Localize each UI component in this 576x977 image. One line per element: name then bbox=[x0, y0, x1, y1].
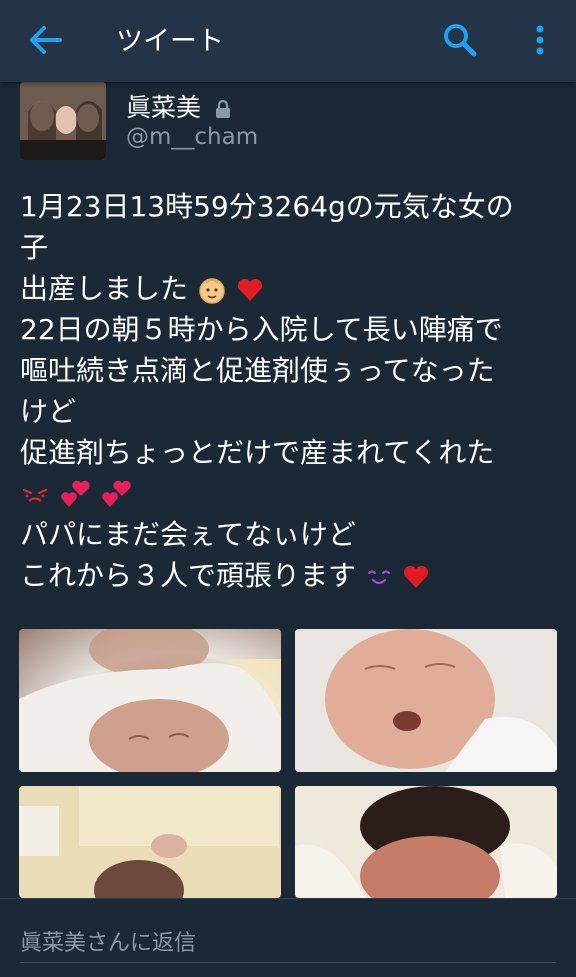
tweet-line bbox=[20, 473, 550, 514]
smiling-face-emoji bbox=[367, 570, 391, 585]
tweet-line: これから３人で頑張ります bbox=[20, 555, 550, 596]
tweet-text: 1月23日13時59分3264gの元気な女の 子 出産しました 22日の朝５時か… bbox=[20, 186, 550, 596]
author-handle[interactable]: @m__cham bbox=[126, 124, 258, 150]
photo-image bbox=[19, 629, 281, 772]
two-hearts-emoji bbox=[102, 480, 131, 507]
tweet-line: けど bbox=[20, 395, 77, 428]
red-heart-emoji bbox=[237, 278, 262, 301]
avatar[interactable] bbox=[20, 82, 106, 160]
author-name[interactable]: 眞菜美 bbox=[126, 88, 231, 124]
tweet-line: パパにまだ会ぇてなぃけど bbox=[20, 518, 357, 551]
crying-face-emoji bbox=[22, 488, 48, 502]
tweet-line: 1月23日13時59分3264gの元気な女の bbox=[20, 190, 514, 223]
tweet-line-text: これから３人で頑張ります bbox=[20, 559, 357, 592]
two-hearts-emoji bbox=[61, 480, 90, 507]
tweet-line: 子 bbox=[20, 231, 49, 264]
tweet-line: 嘔吐続き点滴と促進剤使ぅってなった bbox=[20, 354, 495, 387]
photo-image bbox=[295, 786, 557, 898]
red-heart-emoji bbox=[403, 565, 428, 588]
reply-underline bbox=[20, 962, 556, 963]
baby-photo-3[interactable] bbox=[19, 786, 281, 898]
tweet-line-text: 出産しました bbox=[20, 272, 189, 305]
photo-image bbox=[295, 629, 557, 772]
tweet-line: 22日の朝５時から入院して長い陣痛で bbox=[20, 313, 503, 346]
page-title: ツイート bbox=[116, 26, 224, 57]
baby-photo-1[interactable] bbox=[19, 629, 281, 772]
app-bar: ツイート bbox=[0, 0, 576, 82]
baby-face-emoji bbox=[199, 278, 225, 304]
lock-icon bbox=[215, 99, 230, 118]
author-name-label: 眞菜美 bbox=[126, 93, 202, 122]
search-icon[interactable] bbox=[440, 20, 480, 60]
baby-photo-2[interactable] bbox=[295, 629, 557, 772]
more-vertical-icon[interactable] bbox=[524, 20, 556, 60]
photo-image bbox=[19, 786, 281, 898]
reply-input[interactable]: 眞菜美さんに返信 bbox=[20, 925, 196, 957]
arrow-left-icon[interactable] bbox=[26, 22, 66, 58]
tweet-line: 促進剤ちょっとだけで産まれてくれた bbox=[20, 436, 495, 469]
tweet-line: 出産しました bbox=[20, 268, 550, 309]
avatar-image bbox=[20, 82, 106, 160]
baby-photo-4[interactable] bbox=[295, 786, 557, 898]
